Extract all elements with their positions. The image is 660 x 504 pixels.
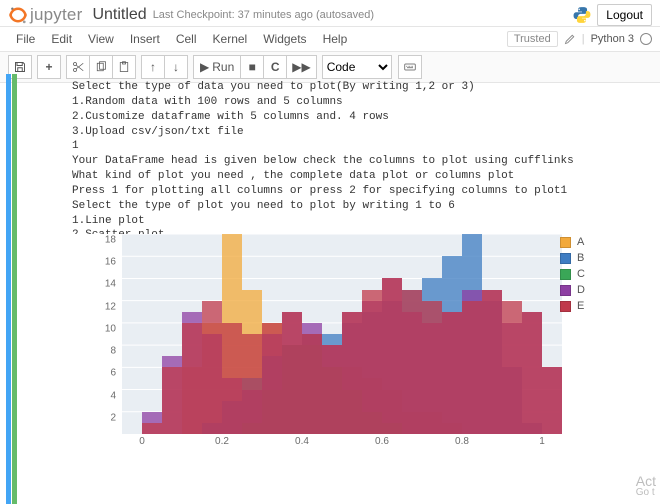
arrow-up-icon: ↑ (150, 60, 156, 74)
legend-swatch (560, 253, 571, 264)
vertical-divider: | (582, 33, 585, 45)
bar-E[interactable] (442, 312, 462, 434)
menu-kernel[interactable]: Kernel (205, 29, 256, 49)
legend-label: A (577, 236, 584, 248)
fast-forward-icon: ▶▶ (292, 60, 310, 74)
python-icon (573, 6, 591, 24)
bar-E[interactable] (422, 301, 442, 434)
save-icon (14, 61, 26, 73)
y-axis: 2 4 6 8 10 12 14 16 18 (72, 234, 122, 434)
legend-item[interactable]: E (560, 298, 585, 314)
checkpoint-text: Last Checkpoint: 37 minutes ago (autosav… (153, 9, 374, 21)
keyboard-icon (404, 61, 416, 73)
legend-item[interactable]: D (560, 282, 585, 298)
x-tick: 0.8 (455, 436, 469, 447)
menu-cell[interactable]: Cell (168, 29, 205, 49)
scissors-icon (72, 61, 84, 73)
plot-area[interactable] (122, 234, 562, 434)
y-tick: 12 (105, 301, 116, 312)
chart-area: 2 4 6 8 10 12 14 16 18 0 0.2 0.4 0.6 0.8 1 (72, 234, 562, 454)
bar-E[interactable] (522, 312, 542, 434)
legend-label: D (577, 284, 585, 296)
legend-item[interactable]: A (560, 234, 585, 250)
legend-item[interactable]: C (560, 266, 585, 282)
bar-E[interactable] (222, 323, 242, 434)
paste-icon (118, 61, 130, 73)
app-header: jupyter Untitled Last Checkpoint: 37 min… (0, 0, 660, 27)
chart-legend[interactable]: ABCDE (560, 234, 585, 314)
run-icon: ▶ (200, 60, 209, 74)
menu-file[interactable]: File (8, 29, 43, 49)
bar-E[interactable] (142, 423, 162, 434)
kernel-name[interactable]: Python 3 (591, 33, 634, 45)
arrow-down-icon: ↓ (173, 60, 179, 74)
y-tick: 16 (105, 257, 116, 268)
x-tick: 0 (139, 436, 145, 447)
x-tick: 1 (539, 436, 545, 447)
y-tick: 18 (105, 235, 116, 246)
menu-widgets[interactable]: Widgets (255, 29, 314, 49)
copy-icon (95, 61, 107, 73)
notebook-area: Select the type of data you need to plot… (0, 74, 660, 504)
jupyter-icon (8, 5, 28, 25)
y-tick: 2 (110, 412, 116, 423)
cell-run-indicator (12, 74, 17, 504)
bar-E[interactable] (202, 301, 222, 434)
menu-bar: File Edit View Insert Cell Kernel Widget… (0, 27, 660, 51)
bar-E[interactable] (482, 290, 502, 434)
x-axis: 0 0.2 0.4 0.6 0.8 1 (122, 434, 562, 452)
bar-E[interactable] (242, 334, 262, 434)
bar-E[interactable] (342, 312, 362, 434)
y-tick: 8 (110, 346, 116, 357)
bar-E[interactable] (382, 278, 402, 434)
legend-label: C (577, 268, 585, 280)
x-tick: 0.4 (295, 436, 309, 447)
legend-item[interactable]: B (560, 250, 585, 266)
y-tick: 14 (105, 279, 116, 290)
run-label: Run (212, 60, 234, 74)
stop-icon: ■ (249, 60, 256, 74)
bar-E[interactable] (362, 290, 382, 434)
y-tick: 6 (110, 368, 116, 379)
bar-E[interactable] (282, 312, 302, 434)
x-tick: 0.6 (375, 436, 389, 447)
restart-icon: C (271, 60, 280, 74)
legend-swatch (560, 301, 571, 312)
menu-view[interactable]: View (80, 29, 122, 49)
bar-E[interactable] (402, 290, 422, 434)
jupyter-logo[interactable]: jupyter (8, 5, 82, 25)
y-tick: 10 (105, 323, 116, 334)
bar-E[interactable] (502, 301, 522, 434)
logout-button[interactable]: Logout (597, 4, 652, 26)
menu-help[interactable]: Help (315, 29, 356, 49)
menu-insert[interactable]: Insert (122, 29, 168, 49)
bar-E[interactable] (162, 367, 182, 434)
brand-text: jupyter (30, 5, 82, 25)
x-tick: 0.2 (215, 436, 229, 447)
bar-E[interactable] (302, 334, 322, 434)
trusted-badge[interactable]: Trusted (507, 31, 558, 47)
cell-select-indicator (6, 74, 11, 504)
kernel-status-icon[interactable] (640, 33, 652, 45)
bar-E[interactable] (322, 345, 342, 434)
legend-label: E (577, 300, 584, 312)
pencil-icon[interactable] (564, 33, 576, 45)
plus-icon: + (45, 60, 52, 74)
y-tick: 4 (110, 390, 116, 401)
bar-E[interactable] (542, 367, 562, 434)
bar-E[interactable] (462, 301, 482, 434)
notebook-title[interactable]: Untitled (92, 6, 146, 24)
legend-swatch (560, 237, 571, 248)
menu-edit[interactable]: Edit (43, 29, 80, 49)
bar-E[interactable] (262, 323, 282, 434)
bar-E[interactable] (182, 323, 202, 434)
legend-swatch (560, 285, 571, 296)
legend-swatch (560, 269, 571, 280)
legend-label: B (577, 252, 584, 264)
